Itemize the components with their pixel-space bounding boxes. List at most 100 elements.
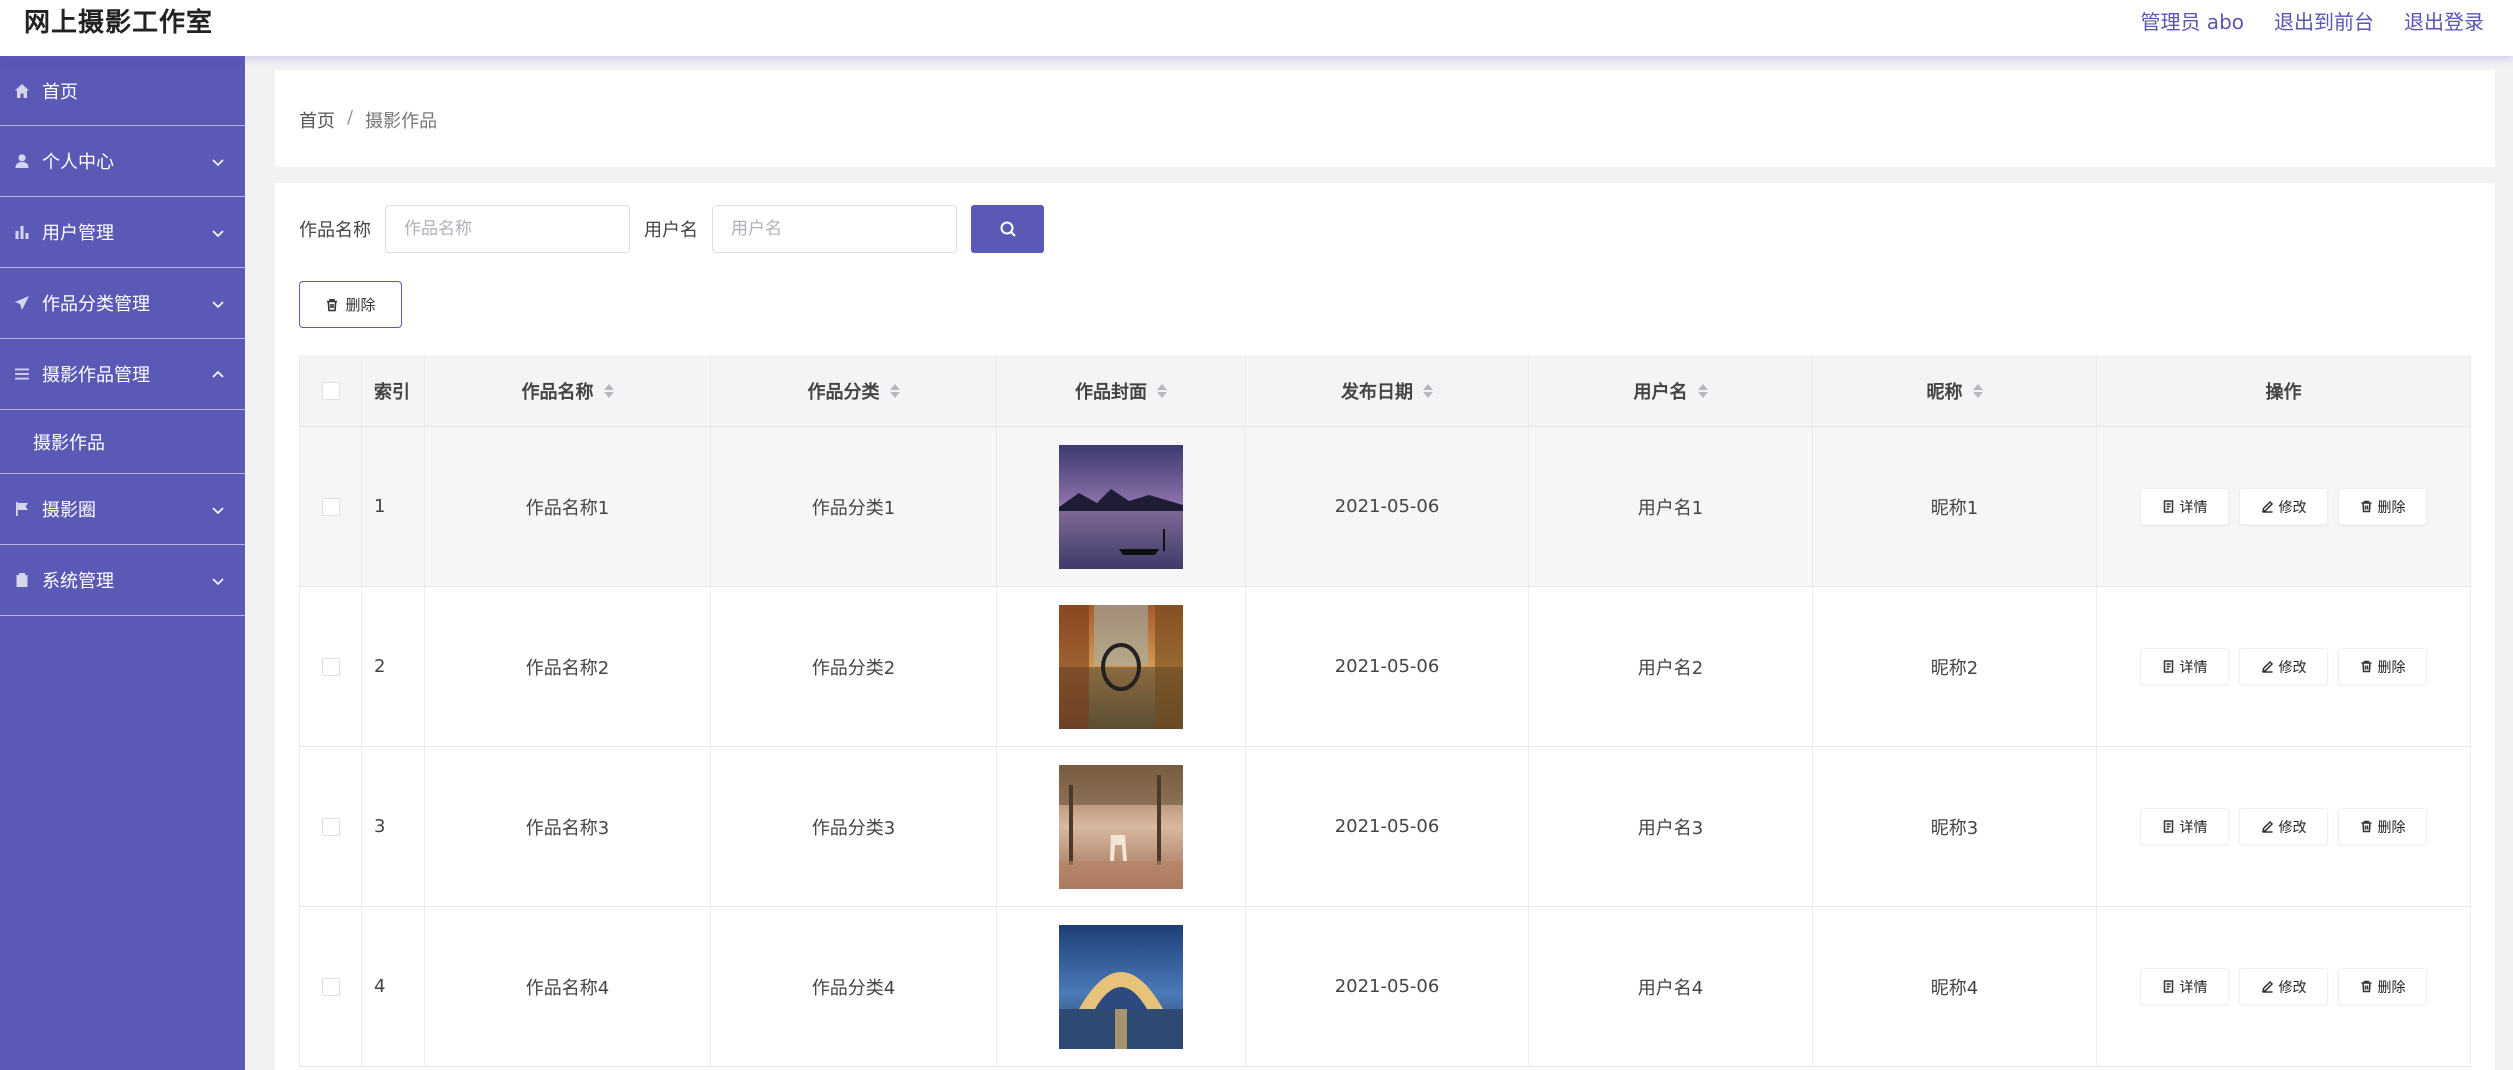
row-checkbox-cell [299, 907, 362, 1066]
sidebar-item-categories[interactable]: 作品分类管理 [0, 268, 245, 339]
delete-label: 删除 [2377, 819, 2406, 836]
detail-button[interactable]: 详情 [2140, 488, 2229, 525]
document-icon [2163, 980, 2173, 993]
sidebar-item-works-management[interactable]: 摄影作品管理 [0, 339, 245, 410]
search-button[interactable] [971, 205, 1044, 253]
detail-button[interactable]: 详情 [2140, 968, 2229, 1005]
cell-cover [997, 427, 1246, 586]
sidebar-item-personal[interactable]: 个人中心 [0, 126, 245, 197]
detail-button[interactable]: 详情 [2140, 648, 2229, 685]
cell-cover [997, 907, 1246, 1066]
column-header-date[interactable]: 发布日期 [1246, 355, 1529, 426]
sort-icon[interactable] [1157, 383, 1167, 398]
send-icon [12, 293, 32, 313]
sidebar-item-home[interactable]: 首页 [0, 56, 245, 126]
table-row: 3 作品名称3 作品分类3 2021-05-06 用户名3 昵称3 详情 修改 … [299, 747, 2471, 907]
column-header-nickname[interactable]: 昵称 [1813, 355, 2097, 426]
user-icon [12, 151, 32, 171]
column-header-cover[interactable]: 作品封面 [997, 355, 1246, 426]
delete-button[interactable]: 删除 [2338, 968, 2427, 1005]
works-table: 索引 作品名称 作品分类 作品封面 发布日期 用户名 昵称 操作 1 作品名称1… [299, 355, 2471, 1067]
cover-image-autumn-bridge [1059, 604, 1183, 729]
chevron-down-icon [211, 224, 225, 238]
cover-image-lit-arch [1059, 924, 1183, 1049]
column-header-label: 用户名 [1633, 381, 1688, 403]
username-input[interactable] [712, 205, 957, 253]
row-actions: 详情 修改 删除 [2140, 968, 2427, 1005]
cell-category: 作品分类4 [711, 907, 997, 1066]
sort-icon[interactable] [1423, 383, 1433, 398]
header-links: 管理员 abo 退出到前台 退出登录 [2140, 6, 2484, 35]
chevron-down-icon [211, 295, 225, 309]
sidebar-item-system[interactable]: 系统管理 [0, 545, 245, 616]
row-checkbox-cell [299, 427, 362, 586]
cell-cover [997, 747, 1246, 906]
trash-icon [2361, 500, 2371, 513]
column-header-label: 作品分类 [807, 381, 880, 403]
row-checkbox[interactable] [321, 977, 340, 996]
column-header-name[interactable]: 作品名称 [425, 355, 711, 426]
breadcrumb-home[interactable]: 首页 [299, 107, 335, 133]
logout-link[interactable]: 退出登录 [2404, 6, 2484, 35]
row-checkbox[interactable] [321, 657, 340, 676]
sidebar-item-circle[interactable]: 摄影圈 [0, 474, 245, 545]
cell-nickname: 昵称1 [1813, 427, 2097, 586]
delete-button[interactable]: 删除 [2338, 808, 2427, 845]
row-actions: 详情 修改 删除 [2140, 488, 2427, 525]
cell-category: 作品分类1 [711, 427, 997, 586]
table-row: 2 作品名称2 作品分类2 2021-05-06 用户名2 昵称2 详情 修改 … [299, 587, 2471, 747]
delete-label: 删除 [2377, 499, 2406, 516]
sidebar-subitem-works[interactable]: 摄影作品 [0, 410, 245, 474]
edit-button[interactable]: 修改 [2239, 968, 2328, 1005]
detail-button[interactable]: 详情 [2140, 808, 2229, 845]
edit-button[interactable]: 修改 [2239, 488, 2328, 525]
cell-actions: 详情 修改 删除 [2097, 907, 2471, 1066]
row-checkbox[interactable] [321, 817, 340, 836]
sidebar-item-users[interactable]: 用户管理 [0, 197, 245, 268]
cell-nickname: 昵称3 [1813, 747, 2097, 906]
batch-delete-button[interactable]: 删除 [299, 281, 402, 328]
cell-name: 作品名称4 [425, 907, 711, 1066]
sort-icon[interactable] [889, 383, 900, 398]
cell-date: 2021-05-06 [1246, 747, 1529, 906]
cell-nickname: 昵称2 [1813, 587, 2097, 746]
edit-button[interactable]: 修改 [2239, 648, 2328, 685]
table-row: 1 作品名称1 作品分类1 2021-05-06 用户名1 昵称1 详情 修改 … [299, 427, 2471, 587]
cell-username: 用户名1 [1529, 427, 1813, 586]
sort-icon[interactable] [1697, 383, 1708, 398]
work-name-input[interactable] [385, 205, 630, 253]
bar-chart-icon [12, 222, 32, 242]
edit-label: 修改 [2278, 819, 2307, 836]
breadcrumb-panel: 首页 / 摄影作品 [275, 70, 2495, 167]
delete-button[interactable]: 删除 [2338, 648, 2427, 685]
cell-actions: 详情 修改 删除 [2097, 747, 2471, 906]
detail-label: 详情 [2179, 979, 2208, 996]
breadcrumb-separator: / [347, 107, 354, 128]
column-header-category[interactable]: 作品分类 [711, 355, 997, 426]
delete-button[interactable]: 删除 [2338, 488, 2427, 525]
column-header-username[interactable]: 用户名 [1529, 355, 1813, 426]
detail-label: 详情 [2179, 819, 2208, 836]
cell-index: 2 [362, 587, 425, 746]
sidebar-item-label: 作品分类管理 [42, 294, 150, 315]
trash-icon [2361, 820, 2371, 833]
detail-label: 详情 [2179, 659, 2208, 676]
edit-button[interactable]: 修改 [2239, 808, 2328, 845]
chevron-up-icon [211, 366, 225, 380]
row-checkbox[interactable] [321, 497, 340, 516]
chevron-down-icon [211, 572, 225, 586]
exit-to-front-link[interactable]: 退出到前台 [2274, 6, 2374, 35]
row-checkbox-cell [299, 587, 362, 746]
cell-actions: 详情 修改 删除 [2097, 427, 2471, 586]
sort-icon[interactable] [603, 383, 614, 398]
edit-icon [2261, 820, 2273, 833]
sort-icon[interactable] [1972, 383, 1983, 398]
select-all-checkbox[interactable] [321, 381, 340, 400]
cell-name: 作品名称1 [425, 427, 711, 586]
delete-label: 删除 [2377, 659, 2406, 676]
column-header-label: 作品名称 [521, 381, 594, 403]
cell-date: 2021-05-06 [1246, 907, 1529, 1066]
cell-date: 2021-05-06 [1246, 587, 1529, 746]
admin-link[interactable]: 管理员 abo [2140, 6, 2244, 35]
home-icon [12, 81, 32, 101]
